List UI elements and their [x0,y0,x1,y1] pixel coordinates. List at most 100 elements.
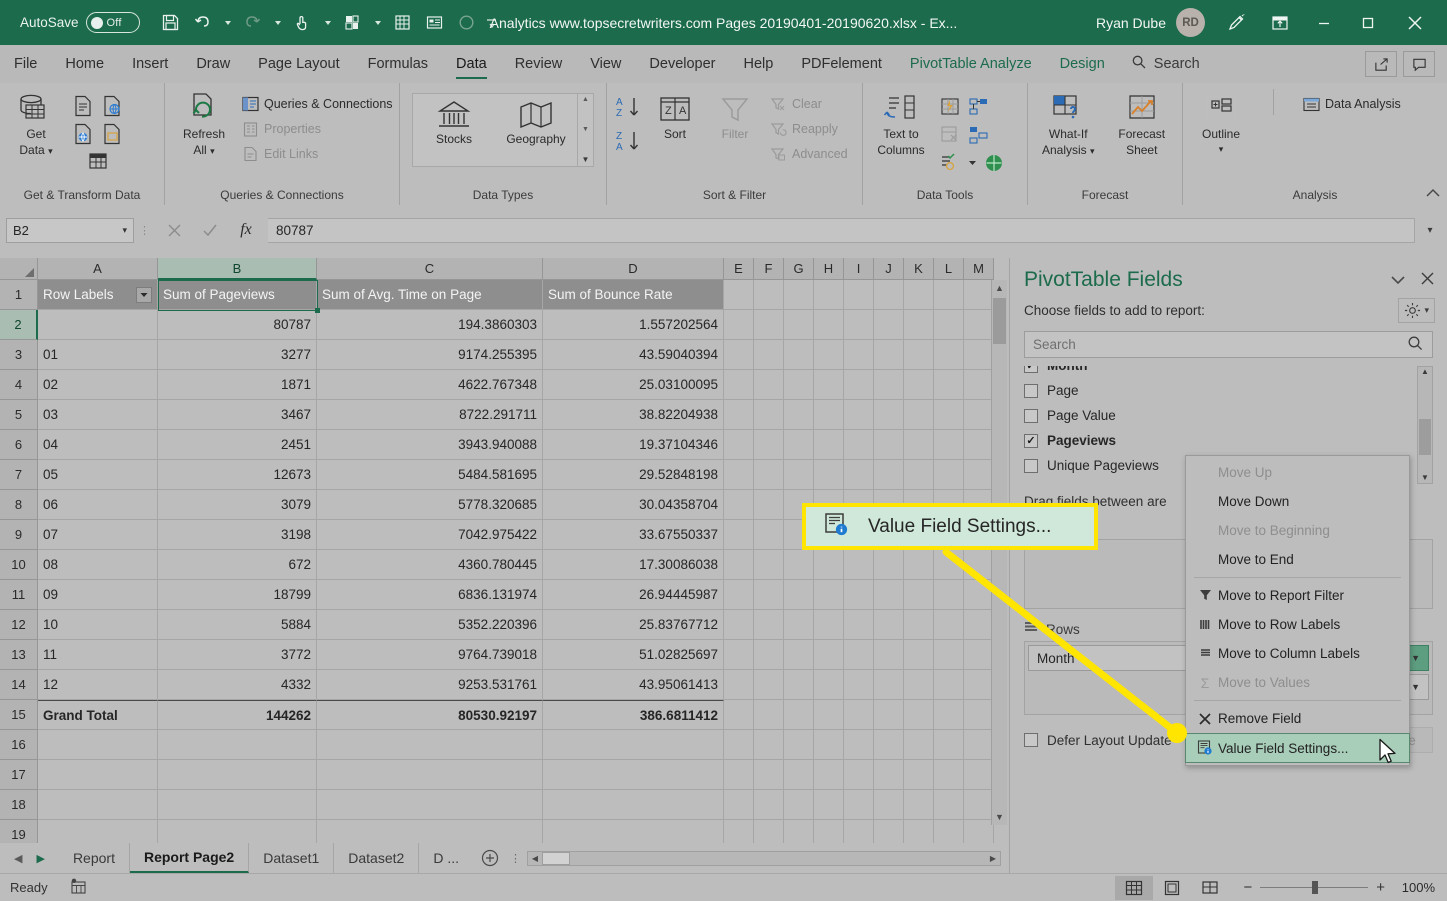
cell-L7[interactable] [934,460,964,490]
cell-F18[interactable] [754,790,784,820]
cell-D4[interactable]: 25.03100095 [543,370,724,400]
tab-home[interactable]: Home [51,45,118,83]
cell-F8[interactable] [754,490,784,520]
tab-draw[interactable]: Draw [182,45,244,83]
column-header-F[interactable]: F [754,258,784,280]
cell-G13[interactable] [784,640,814,670]
field-list-scrollbar[interactable]: ▲ ▼ [1417,366,1433,484]
cell-E18[interactable] [724,790,754,820]
avatar[interactable]: RD [1176,8,1205,37]
cell-E13[interactable] [724,640,754,670]
row-header-1[interactable]: 1 [0,280,38,310]
cell-C7[interactable]: 5484.581695 [317,460,543,490]
redo-dropdown-icon[interactable] [270,8,286,38]
tab-developer[interactable]: Developer [635,45,729,83]
cell-J10[interactable] [874,550,904,580]
minimize-icon[interactable] [1303,6,1345,40]
cell-I10[interactable] [844,550,874,580]
data-analysis-button[interactable]: Data Analysis [1302,93,1401,115]
cell-E14[interactable] [724,670,754,700]
cell-C17[interactable] [317,760,543,790]
cell-B5[interactable]: 3467 [158,400,317,430]
defer-layout-update-checkbox[interactable] [1024,733,1038,747]
cell-I11[interactable] [844,580,874,610]
cell-K13[interactable] [904,640,934,670]
sheet-tab-split-handle[interactable]: ⋮ [507,852,525,865]
edit-links-button[interactable]: Edit Links [241,143,393,165]
from-database-icon[interactable] [70,121,96,147]
page-break-view-icon[interactable] [1191,876,1229,900]
data-types-gallery[interactable]: Stocks Geography ▲ ▼ ▼ [412,93,594,167]
cell-G2[interactable] [784,310,814,340]
sheet-tab-dataset2[interactable]: Dataset2 [334,843,420,873]
cell-E6[interactable] [724,430,754,460]
cell-L2[interactable] [934,310,964,340]
menu-item-move-to-row-labels[interactable]: Move to Row Labels [1186,610,1409,639]
field-search-input[interactable]: Search [1024,331,1433,358]
user-name[interactable]: Ryan Dube [1096,15,1166,31]
row-labels-filter-icon[interactable] [136,286,152,303]
cell-F15[interactable] [754,700,784,730]
cell-J13[interactable] [874,640,904,670]
menu-item-value-field-settings[interactable]: Value Field Settings... [1185,733,1410,763]
cell-G5[interactable] [784,400,814,430]
geography-button[interactable]: Geography [495,94,577,166]
cell-B12[interactable]: 5884 [158,610,317,640]
cell-D16[interactable] [543,730,724,760]
row-header-9[interactable]: 9 [0,520,38,550]
cell-G11[interactable] [784,580,814,610]
cell-C4[interactable]: 4622.767348 [317,370,543,400]
manage-model-icon[interactable] [966,122,992,148]
cell-L16[interactable] [934,730,964,760]
cell-M7[interactable] [964,460,994,490]
filter-button[interactable]: Filter [706,89,764,145]
cell-B15[interactable]: 144262 [158,700,317,730]
cell-E8[interactable] [724,490,754,520]
cell-K7[interactable] [904,460,934,490]
row-header-15[interactable]: 15 [0,700,38,730]
field-item-month[interactable]: ✓ Month [1024,366,1433,378]
hscroll-left-icon[interactable]: ◀ [528,854,542,863]
cell-L15[interactable] [934,700,964,730]
tab-view[interactable]: View [576,45,635,83]
row-header-6[interactable]: 6 [0,430,38,460]
cell-A1[interactable]: Row Labels [38,280,158,310]
hscroll-right-icon[interactable]: ▶ [986,854,1000,863]
cell-B7[interactable]: 12673 [158,460,317,490]
cell-H15[interactable] [814,700,844,730]
nav-next-icon[interactable]: ▶ [36,852,44,865]
cell-A12[interactable]: 10 [38,610,158,640]
outline-button[interactable]: Outline ▾ [1188,89,1254,157]
column-header-B[interactable]: B [158,258,317,280]
cell-B1[interactable]: Sum of Pageviews [158,280,317,310]
cell-I12[interactable] [844,610,874,640]
cell-A5[interactable]: 03 [38,400,158,430]
cell-D2[interactable]: 1.557202564 [543,310,724,340]
sheet-tab-dataset1[interactable]: Dataset1 [249,843,335,873]
cell-G1[interactable] [784,280,814,310]
close-icon[interactable] [1391,6,1439,40]
field-item-page[interactable]: Page [1024,378,1433,403]
cell-L18[interactable] [934,790,964,820]
record-icon[interactable] [452,8,482,38]
cell-D5[interactable]: 38.82204938 [543,400,724,430]
redo-icon[interactable] [238,8,268,38]
cell-C5[interactable]: 8722.291711 [317,400,543,430]
cell-G14[interactable] [784,670,814,700]
cell-G16[interactable] [784,730,814,760]
cell-D18[interactable] [543,790,724,820]
menu-item-remove-field[interactable]: Remove Field [1186,704,1409,733]
cell-M17[interactable] [964,760,994,790]
cell-F17[interactable] [754,760,784,790]
cell-F9[interactable] [754,520,784,550]
comments-icon[interactable] [1403,51,1435,77]
cell-J2[interactable] [874,310,904,340]
tab-pdfelement[interactable]: PDFelement [787,45,896,83]
cell-A6[interactable]: 04 [38,430,158,460]
autosave-control[interactable]: AutoSave Off [20,12,140,33]
field-item-pageviews[interactable]: ✓ Pageviews [1024,428,1433,453]
what-if-analysis-button[interactable]: What-If Analysis ▾ [1033,89,1104,161]
cell-A18[interactable] [38,790,158,820]
cell-D14[interactable]: 43.95061413 [543,670,724,700]
cell-H5[interactable] [814,400,844,430]
